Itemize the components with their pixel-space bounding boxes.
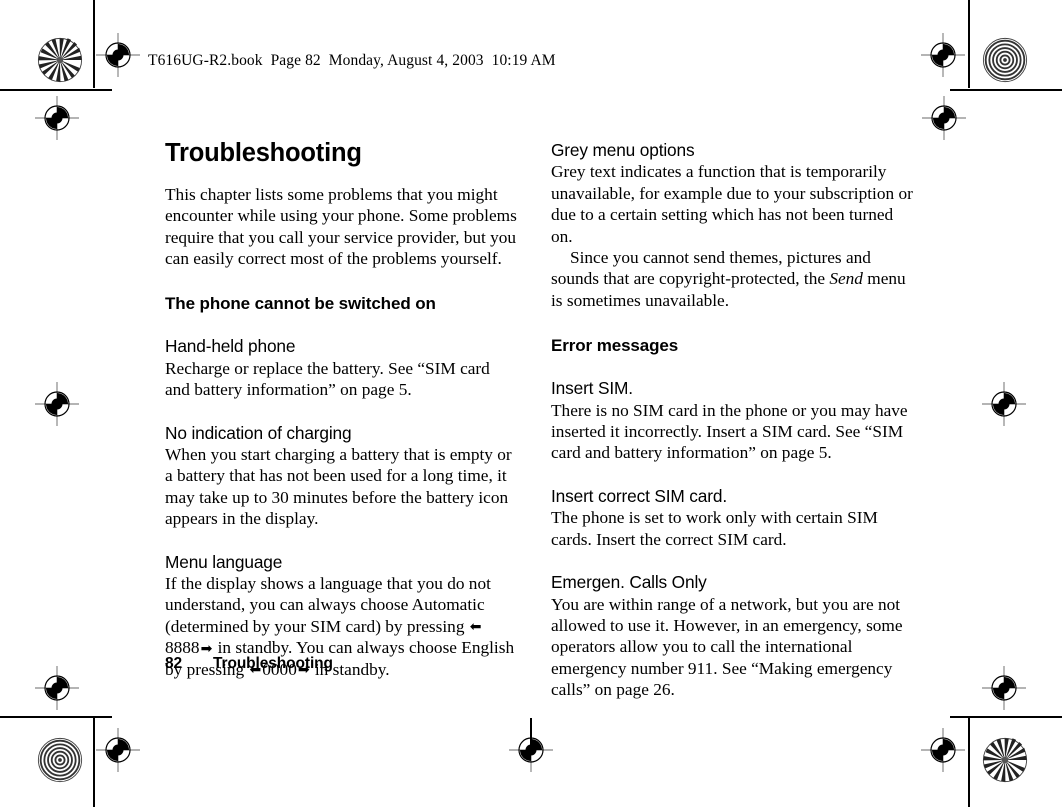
subheading-insert-correct-sim-card: Insert correct SIM card. xyxy=(551,485,727,506)
footer-page-number: 82 xyxy=(165,655,183,672)
subheading-hand-held-phone: Hand-held phone xyxy=(165,336,296,357)
body-insert-correct-sim-card: The phone is set to work only with certa… xyxy=(551,508,878,549)
subheading-grey-menu-options: Grey menu options xyxy=(551,140,695,160)
subheading-insert-sim: Insert SIM. xyxy=(551,378,633,399)
registration-crosshair-top-left xyxy=(35,96,79,140)
subheading-emergency-calls-only: Emergen. Calls Only xyxy=(551,572,707,593)
registration-crosshair-bottom-right xyxy=(982,666,1026,710)
send-menu-emphasis: Send xyxy=(829,269,863,289)
footer-chapter-title: Troubleshooting xyxy=(213,655,333,672)
subheading-menu-language: Menu language xyxy=(165,551,283,572)
body-insert-sim: There is no SIM card in the phone or you… xyxy=(551,400,908,463)
starburst-target-top-right xyxy=(982,37,1028,83)
arrow-right-icon: ➡ xyxy=(200,640,213,657)
section-heading-phone-cannot-be-switched-on: The phone cannot be switched on xyxy=(165,294,436,314)
book-file-header: T616UG-R2.book Page 82 Monday, August 4,… xyxy=(148,52,556,69)
body-emergency-calls-only: You are within range of a network, but y… xyxy=(551,594,903,700)
column-left: Troubleshooting This chapter lists some … xyxy=(165,140,517,680)
page-sheet: T616UG-R2.book Page 82 Monday, August 4,… xyxy=(94,0,970,807)
body-grey-menu-options-2: Since you cannot send themes, pictures a… xyxy=(551,247,913,311)
registration-crosshair-mid-left xyxy=(35,382,79,426)
starburst-target-bottom-right xyxy=(982,737,1028,783)
page-footer: 82 Troubleshooting xyxy=(165,655,333,673)
intro-paragraph: This chapter lists some problems that yo… xyxy=(165,184,517,268)
arrow-left-icon: ⬅ xyxy=(469,619,482,636)
column-right: Grey menu options Grey text indicates a … xyxy=(551,140,913,701)
page-title: Troubleshooting xyxy=(165,139,362,167)
grey-menu-text-part-1: Since you cannot send themes, pictures a… xyxy=(551,248,871,289)
starburst-target-top-left xyxy=(37,37,83,83)
body-no-indication-of-charging: When you start charging a battery that i… xyxy=(165,445,512,529)
body-hand-held-phone: Recharge or replace the battery. See “SI… xyxy=(165,358,490,400)
body-grey-menu-options-1: Grey text indicates a function that is t… xyxy=(551,162,913,246)
registration-crosshair-mid-right xyxy=(982,382,1026,426)
registration-crosshair-bottom-left xyxy=(35,666,79,710)
menu-language-text-part-1: If the display shows a language that you… xyxy=(165,574,491,636)
subheading-no-indication-of-charging: No indication of charging xyxy=(165,422,352,443)
section-heading-error-messages: Error messages xyxy=(551,336,679,356)
starburst-target-bottom-left xyxy=(37,737,83,783)
